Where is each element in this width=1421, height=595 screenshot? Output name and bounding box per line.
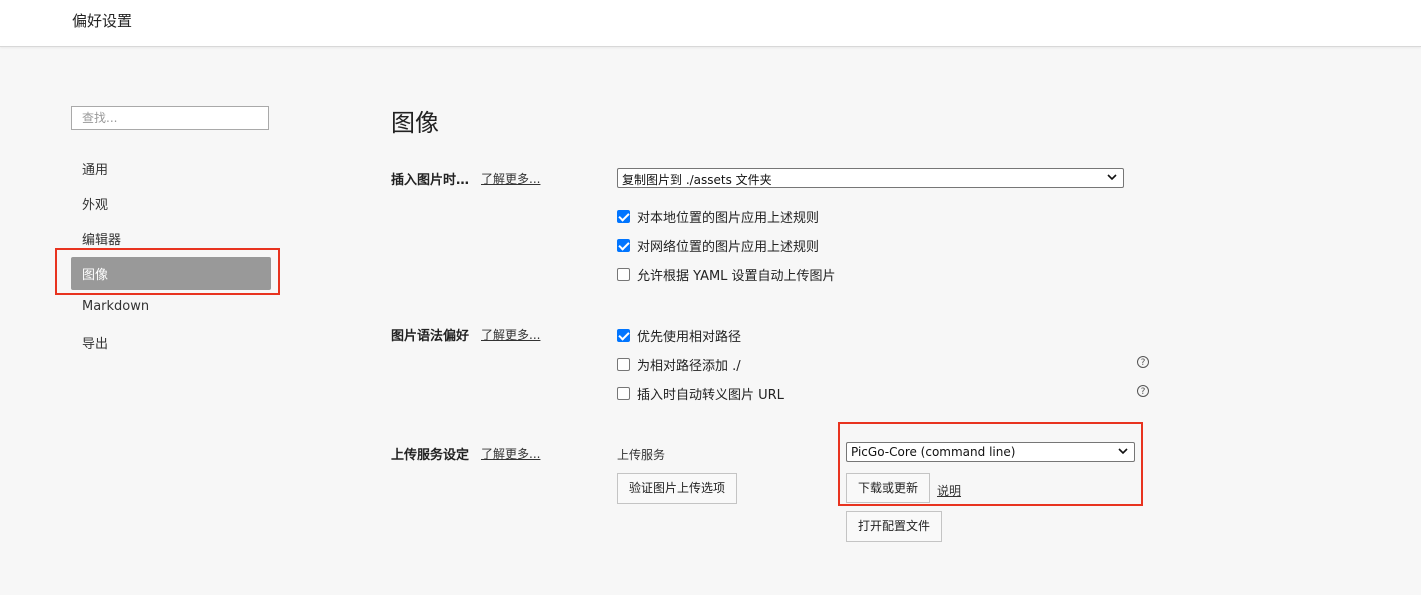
upload-service-select[interactable]: PicGo-Core (command line) [846,442,1135,462]
checkbox-unchecked-icon[interactable] [617,358,630,371]
checkbox-escape-url[interactable]: 插入时自动转义图片 URL [617,384,784,403]
sidebar-item-image[interactable]: 图像 [71,257,271,290]
insert-section-label: 插入图片时… [391,173,470,188]
window-title: 偏好设置 [72,12,133,30]
sidebar-item-markdown[interactable]: Markdown [82,299,149,314]
checkbox-yaml-upload[interactable]: 允许根据 YAML 设置自动上传图片 [617,265,836,284]
upload-service-label: 上传服务 [617,448,666,462]
checkbox-apply-network-label: 对网络位置的图片应用上述规则 [637,240,820,255]
chevron-down-icon [1118,448,1128,455]
sidebar-item-general[interactable]: 通用 [82,159,108,178]
syntax-section-label: 图片语法偏好 [391,329,470,344]
sidebar-item-editor[interactable]: 编辑器 [82,229,121,248]
upload-service-select-value: PicGo-Core (command line) [851,445,1016,459]
checkbox-add-dot-slash-label: 为相对路径添加 ./ [637,359,741,374]
title-bar: 偏好设置 [0,0,1421,47]
checkbox-unchecked-icon[interactable] [617,268,630,281]
insert-action-select[interactable]: 复制图片到 ./assets 文件夹 [617,168,1124,188]
sidebar-item-export[interactable]: 导出 [82,333,108,352]
checkbox-yaml-upload-label: 允许根据 YAML 设置自动上传图片 [637,269,836,284]
syntax-learn-more-link[interactable]: 了解更多... [481,326,540,343]
verify-upload-button[interactable]: 验证图片上传选项 [617,473,737,504]
upload-learn-more-link[interactable]: 了解更多... [481,445,540,462]
checkbox-escape-url-label: 插入时自动转义图片 URL [637,388,784,403]
checkbox-checked-icon[interactable] [617,210,630,223]
chevron-down-icon [1107,174,1117,181]
checkbox-apply-network[interactable]: 对网络位置的图片应用上述规则 [617,236,819,255]
checkbox-checked-icon[interactable] [617,239,630,252]
download-update-button[interactable]: 下载或更新 [846,473,930,503]
docs-link[interactable]: 说明 [937,482,961,499]
insert-action-select-value: 复制图片到 ./assets 文件夹 [622,173,772,187]
checkbox-apply-local[interactable]: 对本地位置的图片应用上述规则 [617,207,819,226]
checkbox-apply-local-label: 对本地位置的图片应用上述规则 [637,211,820,226]
open-config-button[interactable]: 打开配置文件 [846,511,942,542]
page-title: 图像 [391,109,439,137]
sidebar-item-appearance[interactable]: 外观 [82,194,108,213]
insert-learn-more-link[interactable]: 了解更多... [481,170,540,187]
upload-section-label: 上传服务设定 [391,448,470,463]
checkbox-add-dot-slash[interactable]: 为相对路径添加 ./ [617,355,741,374]
search-input[interactable] [71,106,269,130]
checkbox-prefer-relative-label: 优先使用相对路径 [637,330,742,345]
help-icon[interactable]: ? [1137,356,1149,368]
checkbox-checked-icon[interactable] [617,329,630,342]
checkbox-prefer-relative[interactable]: 优先使用相对路径 [617,326,741,345]
help-icon[interactable]: ? [1137,385,1149,397]
checkbox-unchecked-icon[interactable] [617,387,630,400]
